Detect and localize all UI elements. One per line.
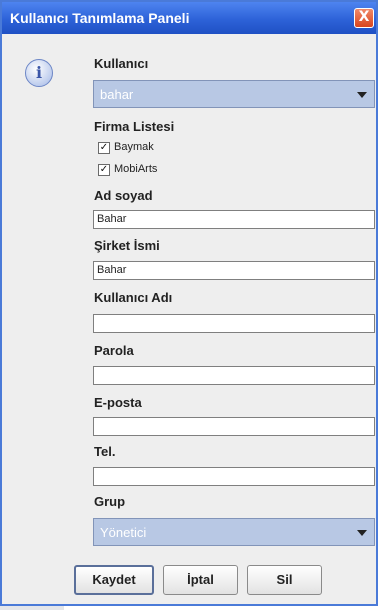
fullname-label: Ad soyad: [94, 188, 153, 203]
cancel-button[interactable]: İptal: [163, 565, 238, 595]
checkbox-checked-icon[interactable]: ✓: [98, 142, 110, 154]
info-icon: i: [25, 59, 53, 87]
username-input[interactable]: [93, 314, 375, 333]
close-button[interactable]: X: [354, 8, 374, 28]
group-select-value: Yönetici: [100, 525, 147, 540]
fullname-input[interactable]: Bahar: [93, 210, 375, 229]
company-checkbox-label: MobiArts: [114, 163, 158, 175]
company-list-label: Firma Listesi: [94, 119, 175, 134]
company-name-input[interactable]: Bahar: [93, 261, 375, 280]
email-label: E-posta: [94, 395, 142, 410]
chevron-down-icon[interactable]: [350, 81, 374, 107]
user-select-value: bahar: [100, 87, 134, 102]
phone-input[interactable]: [93, 467, 375, 486]
company-name-label: Şirket İsmi: [94, 238, 160, 253]
phone-label: Tel.: [94, 444, 116, 459]
password-input[interactable]: [93, 366, 375, 385]
chevron-down-icon[interactable]: [350, 519, 374, 545]
email-input[interactable]: [93, 417, 375, 436]
checkbox-checked-icon[interactable]: ✓: [98, 164, 110, 176]
company-checkbox-label: Baymak: [114, 141, 154, 153]
user-select[interactable]: bahar: [93, 80, 375, 108]
window-title: Kullanıcı Tanımlama Paneli: [10, 10, 190, 26]
user-definition-dialog: Kullanıcı Tanımlama Paneli X i Kullanıcı…: [0, 0, 378, 606]
title-bar[interactable]: Kullanıcı Tanımlama Paneli X: [2, 2, 376, 34]
save-button[interactable]: Kaydet: [74, 565, 154, 595]
delete-button[interactable]: Sil: [247, 565, 322, 595]
user-label: Kullanıcı: [94, 56, 149, 71]
group-label: Grup: [94, 494, 126, 509]
group-select[interactable]: Yönetici: [93, 518, 375, 546]
password-label: Parola: [94, 343, 134, 358]
username-label: Kullanıcı Adı: [94, 290, 173, 305]
